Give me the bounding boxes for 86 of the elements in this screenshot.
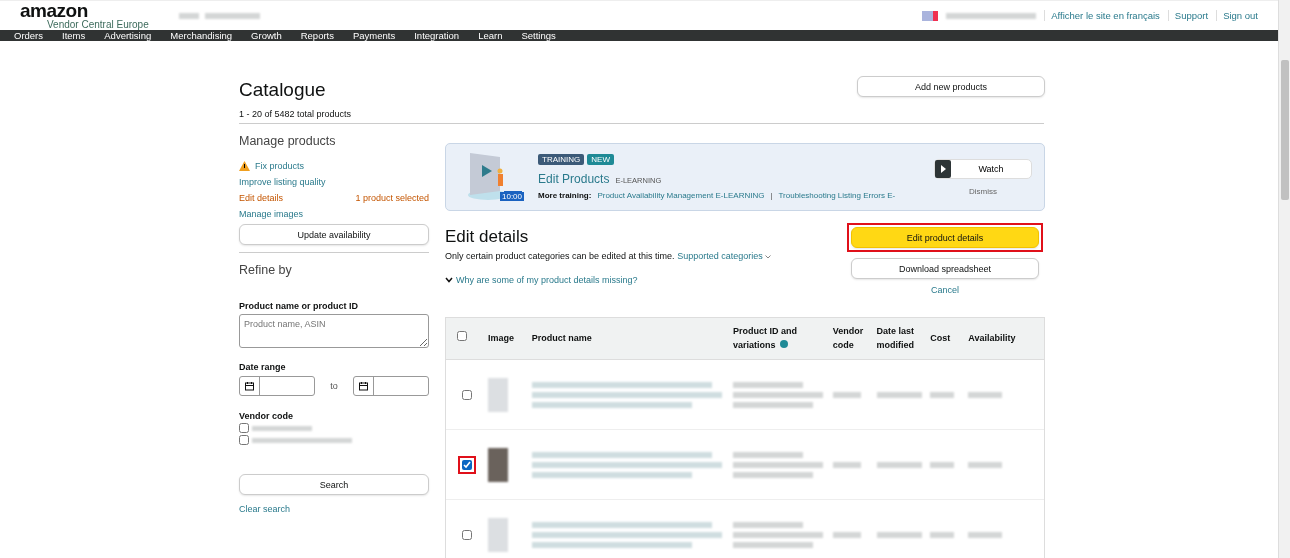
nav-item[interactable]: Growth — [251, 30, 282, 41]
training-link[interactable]: Product Availability Management E-LEARNING — [597, 191, 765, 200]
vendor-code-redacted — [832, 461, 861, 468]
search-button[interactable]: Search — [239, 474, 429, 495]
availability-redacted — [968, 461, 1003, 468]
cost-redacted — [930, 461, 955, 468]
supported-categories-link[interactable]: Supported categories — [677, 251, 763, 261]
product-search-field[interactable]: Product name, ASIN — [239, 314, 429, 348]
column-header: Date last modified — [876, 325, 916, 352]
play-icon — [935, 159, 951, 178]
watch-button[interactable]: Watch — [934, 158, 1032, 179]
cost-redacted — [930, 391, 955, 398]
header-link[interactable]: Sign out — [1216, 10, 1258, 21]
field-label: Date range — [239, 362, 287, 372]
selection-note: 1 product selected — [355, 193, 429, 203]
training-title[interactable]: Edit Products — [538, 172, 610, 186]
date-redacted — [876, 461, 922, 468]
date-separator: to — [330, 381, 338, 391]
column-header: Cost — [930, 331, 952, 345]
date-redacted — [876, 531, 922, 538]
training-tag: NEW — [587, 154, 614, 165]
availability-redacted — [968, 531, 1003, 538]
training-link[interactable]: Troubleshooting Listing Errors E- — [778, 191, 896, 200]
product-count: 1 - 20 of 5482 total products — [239, 109, 353, 119]
add-products-button[interactable]: Add new products — [857, 76, 1045, 97]
nav-item[interactable]: Advertising — [104, 30, 152, 41]
chevron-down-icon — [765, 255, 772, 259]
warning-icon — [239, 161, 250, 171]
flag-icon — [922, 10, 939, 21]
column-header: Product name — [531, 331, 593, 345]
vendor-checkbox[interactable] — [239, 423, 249, 433]
download-spreadsheet-button[interactable]: Download spreadsheet — [851, 258, 1039, 279]
nav-item[interactable]: Orders — [14, 30, 44, 41]
row-checkbox[interactable] — [457, 455, 476, 474]
more-training-label: More training: — [538, 191, 592, 200]
update-availability-button[interactable]: Update availability — [239, 224, 429, 245]
section-heading: Edit details — [445, 227, 530, 247]
cancel-link[interactable]: Cancel — [931, 285, 959, 295]
column-header: Vendor code — [832, 325, 865, 352]
manage-link[interactable]: Improve listing quality — [239, 177, 326, 187]
page-title: Catalogue — [239, 79, 327, 102]
product-image-redacted — [487, 517, 508, 552]
column-header: Image — [487, 331, 515, 345]
end-date-field[interactable] — [353, 376, 429, 396]
header-link[interactable]: Support — [1167, 10, 1209, 21]
header-link[interactable]: Afficher le site en français — [1044, 10, 1160, 21]
nav-item[interactable]: Reports — [300, 30, 334, 41]
manage-link[interactable]: Manage images — [239, 209, 304, 219]
link-separator: | — [770, 191, 773, 200]
product-image-redacted — [487, 377, 508, 412]
section-title: Manage products — [239, 134, 337, 148]
cost-redacted — [930, 531, 955, 538]
chevron-down-icon — [445, 277, 453, 283]
date-redacted — [876, 391, 922, 398]
info-icon — [779, 339, 788, 348]
availability-redacted — [968, 391, 1003, 398]
vendor-checkbox[interactable] — [239, 435, 249, 445]
amazon-logo[interactable]: amazon Vendor Central Europe — [20, 1, 149, 30]
dismiss-link[interactable]: Dismiss — [969, 186, 997, 196]
product-image-redacted — [487, 447, 508, 482]
vendor-code-redacted — [832, 391, 861, 398]
missing-details-link[interactable]: Why are some of my product details missing? — [456, 275, 638, 285]
training-tag: TRAINING — [538, 154, 585, 165]
nav-item[interactable]: Items — [62, 30, 86, 41]
duration-badge: 10:00 — [500, 191, 525, 201]
manage-link[interactable]: Fix products — [255, 161, 305, 171]
select-all-checkbox[interactable] — [457, 331, 467, 342]
field-label: Vendor code — [239, 411, 294, 421]
edit-product-details-button[interactable]: Edit product details — [847, 223, 1043, 252]
manage-link[interactable]: Edit details — [239, 193, 284, 203]
column-header: Product ID and variations — [733, 325, 799, 352]
edit-note: Only certain product categories can be edited at this time. Supported categories — [445, 251, 845, 261]
nav-item[interactable]: Merchandising — [170, 30, 233, 41]
vendor-code-redacted — [832, 531, 861, 538]
start-date-field[interactable] — [239, 376, 315, 396]
video-lesson-drawing — [466, 151, 522, 203]
column-header: Availability — [968, 331, 1017, 345]
section-title: Refine by — [239, 263, 293, 277]
vendor-code-redacted — [252, 425, 312, 431]
nav-item[interactable]: Integration — [414, 30, 460, 41]
scrollbar[interactable] — [1278, 0, 1290, 558]
nav-item[interactable]: Learn — [478, 30, 503, 41]
field-label: Product name or product ID — [239, 301, 359, 311]
clear-search-link[interactable]: Clear search — [239, 504, 429, 514]
nav-item[interactable]: Payments — [352, 30, 396, 41]
nav-item[interactable]: Settings — [521, 30, 556, 41]
